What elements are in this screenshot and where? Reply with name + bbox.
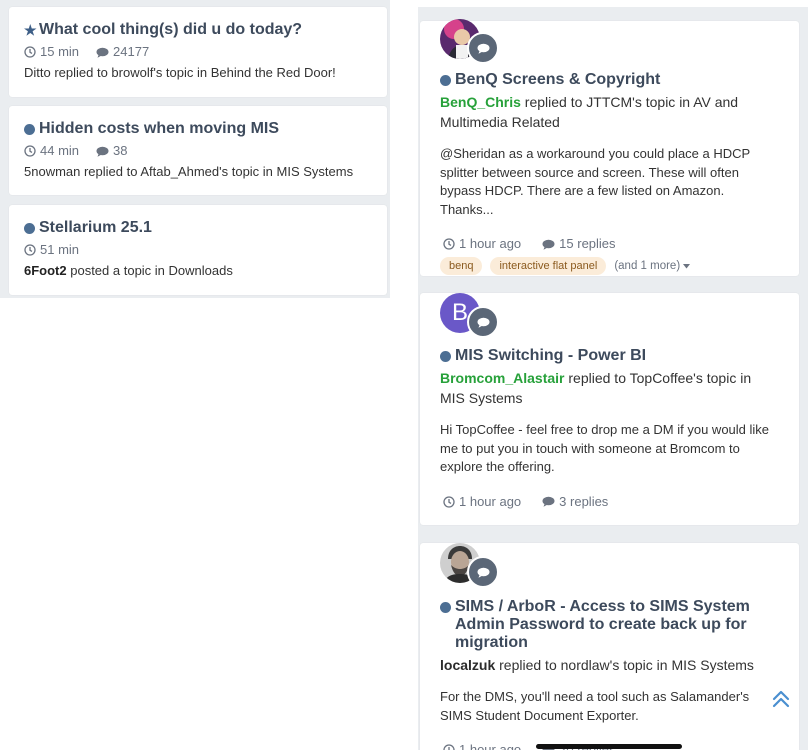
topic-title[interactable]: Hidden costs when moving MIS xyxy=(24,119,372,139)
post-time: 1 hour ago xyxy=(459,742,522,750)
comment-icon xyxy=(96,47,109,58)
unread-dot-icon xyxy=(24,123,35,135)
post-title[interactable]: BenQ Screens & Copyright xyxy=(440,71,779,89)
home-indicator xyxy=(536,744,682,749)
tag-list: benq interactive flat panel (and 1 more) xyxy=(440,257,779,275)
activity-line: Ditto replied to browolf's topic in Behi… xyxy=(24,65,336,80)
topic-meta: 44 min 38 xyxy=(24,142,372,160)
comment-icon xyxy=(542,239,555,250)
comment-icon xyxy=(96,146,109,157)
replies-link[interactable]: 15 replies xyxy=(559,235,615,253)
clock-icon xyxy=(443,744,455,750)
post-snippet: For the DMS, you'll need a tool such as … xyxy=(440,689,750,723)
scroll-to-top-icon[interactable] xyxy=(770,688,792,710)
topic-time: 44 min xyxy=(40,143,80,158)
topic-time: 51 min xyxy=(40,242,80,257)
user-link[interactable]: BenQ_Chris xyxy=(440,94,521,110)
tag[interactable]: benq xyxy=(440,257,483,275)
clock-icon xyxy=(443,238,455,250)
caret-down-icon xyxy=(683,263,691,269)
topic-title[interactable]: ★ What cool thing(s) did u do today? xyxy=(24,20,372,40)
topic-time: 15 min xyxy=(40,44,80,59)
clock-icon xyxy=(24,145,36,157)
post-time: 1 hour ago xyxy=(459,493,522,509)
topic-title[interactable]: Stellarium 25.1 xyxy=(24,218,372,238)
post-meta: 1 hour ago 15 replies xyxy=(440,235,779,253)
avatar-letter: B xyxy=(451,299,468,326)
topic-card[interactable]: ★ What cool thing(s) did u do today? 15 … xyxy=(9,7,387,97)
avatar-group xyxy=(440,19,500,69)
user-link[interactable]: Bromcom_Alastair xyxy=(440,370,565,386)
post-attribution: Bromcom_Alastair replied to TopCoffee's … xyxy=(440,370,752,406)
topic-card[interactable]: Hidden costs when moving MIS 44 min 38 5… xyxy=(9,106,387,195)
more-tags-toggle[interactable]: (and 1 more) xyxy=(614,260,691,272)
post-snippet: @Sheridan as a workaround you could plac… xyxy=(440,146,750,217)
clock-icon xyxy=(443,495,455,508)
unread-dot-icon xyxy=(24,222,35,234)
activity-sidebar: ★ What cool thing(s) did u do today? 15 … xyxy=(0,0,390,298)
unread-dot-icon xyxy=(440,602,451,613)
comment-icon xyxy=(542,496,555,507)
post-time: 1 hour ago xyxy=(459,236,522,251)
topic-count: 38 xyxy=(113,143,128,158)
post-title[interactable]: SIMS / ArboR - Access to SIMS System Adm… xyxy=(440,598,779,652)
activity-stream: BenQ Screens & Copyright BenQ_Chris repl… xyxy=(418,7,808,750)
comment-bubble-icon xyxy=(467,556,499,588)
replies-link[interactable]: 3 replies xyxy=(559,493,608,511)
post-snippet: Hi TopCoffee - feel free to drop me a DM… xyxy=(440,422,770,474)
topic-count: 24177 xyxy=(113,44,150,59)
topic-card[interactable]: Stellarium 25.1 51 min 6Foot2 posted a t… xyxy=(9,205,387,295)
clock-icon xyxy=(24,244,36,256)
activity-user-link[interactable]: 6Foot2 xyxy=(24,263,67,278)
user-link[interactable]: localzuk xyxy=(440,657,495,673)
post-meta: 1 hour ago 3 replies xyxy=(440,493,779,511)
post-title[interactable]: MIS Switching - Power BI xyxy=(440,347,779,365)
activity-item: SIMS / ArboR - Access to SIMS System Adm… xyxy=(420,543,799,750)
unread-dot-icon xyxy=(440,351,451,362)
avatar-group xyxy=(440,543,500,593)
clock-icon xyxy=(24,46,36,58)
star-icon: ★ xyxy=(24,22,37,38)
topic-meta: 15 min 24177 xyxy=(24,43,372,61)
post-attribution: localzuk replied to nordlaw's topic in M… xyxy=(440,657,754,673)
activity-line: 6Foot2 posted a topic in Downloads xyxy=(24,263,233,278)
post-attribution: BenQ_Chris replied to JTTCM's topic in A… xyxy=(440,94,739,130)
topic-meta: 51 min xyxy=(24,241,372,259)
activity-item: BenQ Screens & Copyright BenQ_Chris repl… xyxy=(420,19,799,276)
tag[interactable]: interactive flat panel xyxy=(490,257,607,275)
activity-item: B MIS Switching - Power BI Bromcom_Alast… xyxy=(420,293,799,525)
avatar-group: B xyxy=(440,293,500,343)
activity-line: 5nowman replied to Aftab_Ahmed's topic i… xyxy=(24,164,354,179)
comment-bubble-icon xyxy=(467,32,499,64)
unread-dot-icon xyxy=(440,75,451,86)
comment-bubble-icon xyxy=(467,306,499,338)
